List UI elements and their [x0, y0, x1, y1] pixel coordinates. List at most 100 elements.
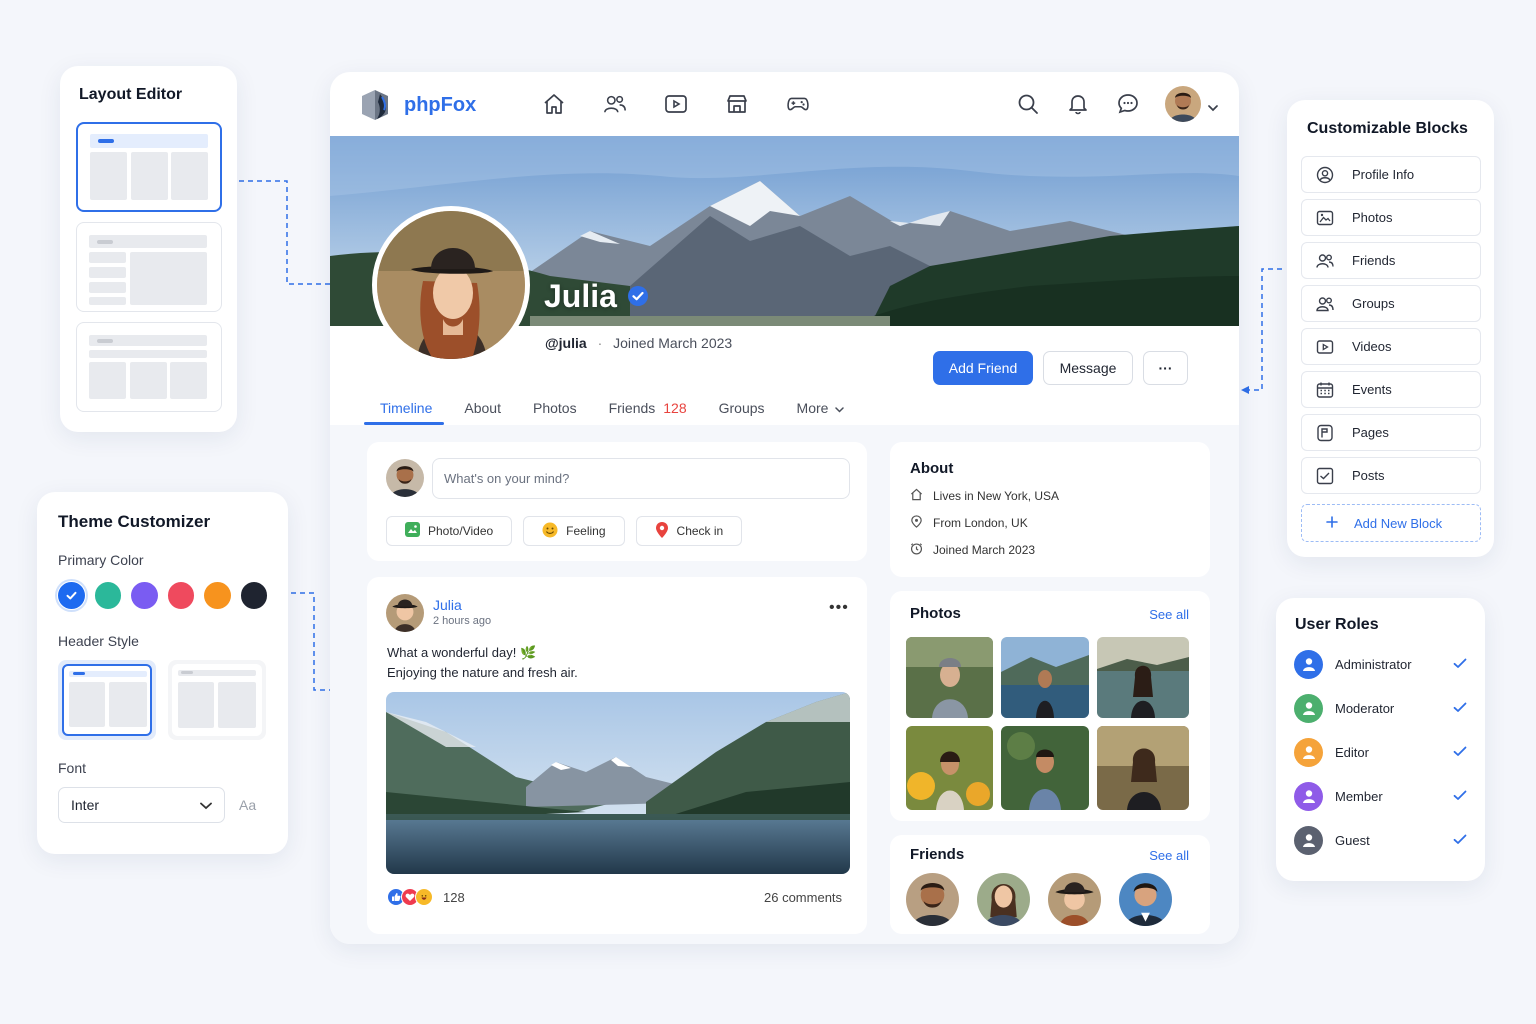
about-from: From London, UK [910, 515, 1190, 531]
block-item-videos[interactable]: Videos [1301, 328, 1481, 365]
check-icon[interactable] [1453, 657, 1467, 672]
add-friend-button[interactable]: Add Friend [933, 351, 1033, 385]
photo-thumbnail[interactable] [906, 637, 993, 718]
font-select[interactable]: Inter [58, 787, 225, 823]
block-item-posts[interactable]: Posts [1301, 457, 1481, 494]
check-icon[interactable] [1453, 701, 1467, 716]
friend-avatar[interactable] [977, 873, 1030, 926]
role-administrator[interactable]: Administrator [1294, 642, 1467, 686]
color-swatch[interactable] [94, 582, 121, 609]
role-moderator[interactable]: Moderator [1294, 686, 1467, 730]
about-card: About Lives in New York, USA From London… [890, 442, 1210, 577]
marketplace-icon[interactable] [725, 92, 749, 116]
check-icon[interactable] [1453, 745, 1467, 760]
role-label: Member [1335, 788, 1383, 804]
profile-more-button[interactable]: ··· [1143, 351, 1188, 385]
check-in-button[interactable]: Check in [635, 516, 743, 546]
friend-avatar[interactable] [906, 873, 959, 926]
layout-option-2[interactable] [76, 222, 222, 312]
games-icon[interactable] [786, 92, 810, 116]
add-new-block-label: Add New Block [1354, 515, 1443, 531]
brand-logo[interactable]: phpFox [358, 88, 476, 122]
chat-icon[interactable] [1116, 92, 1140, 116]
profile-handle: @julia [545, 335, 587, 351]
block-item-profile-info[interactable]: Profile Info [1301, 156, 1481, 193]
message-button[interactable]: Message [1043, 351, 1133, 385]
post-author-name[interactable]: Julia [433, 597, 462, 613]
photo-thumbnail[interactable] [1097, 637, 1189, 718]
friends-see-all-link[interactable]: See all [1149, 848, 1189, 863]
block-item-friends[interactable]: Friends [1301, 242, 1481, 279]
home-icon[interactable] [542, 92, 566, 116]
check-icon [66, 591, 77, 600]
friends-icon[interactable] [603, 92, 627, 116]
tab-more[interactable]: More [781, 392, 861, 424]
role-label: Administrator [1335, 656, 1412, 672]
check-icon[interactable] [1453, 833, 1467, 848]
tab-label: About [464, 400, 501, 416]
photo-thumbnail[interactable] [1097, 726, 1189, 810]
header-style-label: Header Style [58, 633, 139, 649]
about-from-text: From London, UK [933, 516, 1028, 530]
color-swatch[interactable] [55, 579, 87, 612]
posts-icon [1316, 467, 1334, 485]
feeling-button[interactable]: Feeling [523, 516, 625, 546]
bell-icon[interactable] [1066, 92, 1090, 116]
block-item-events[interactable]: Events [1301, 371, 1481, 408]
role-guest[interactable]: Guest [1294, 818, 1467, 862]
block-item-groups[interactable]: Groups [1301, 285, 1481, 322]
block-item-photos[interactable]: Photos [1301, 199, 1481, 236]
role-editor[interactable]: Editor [1294, 730, 1467, 774]
location-icon [910, 515, 923, 531]
post-image[interactable] [386, 692, 850, 874]
video-icon[interactable] [664, 92, 688, 116]
user-avatar[interactable] [1165, 86, 1201, 122]
tab-about[interactable]: About [448, 392, 517, 424]
friend-avatar[interactable] [1048, 873, 1101, 926]
color-swatch[interactable] [131, 582, 158, 609]
role-member[interactable]: Member [1294, 774, 1467, 818]
theme-customizer-panel: Theme Customizer Primary Color Header St… [37, 492, 288, 854]
photo-video-button[interactable]: Photo/Video [386, 516, 513, 546]
timeline-post: Julia 2 hours ago ••• What a wonderful d… [367, 577, 867, 934]
color-swatch[interactable] [167, 582, 194, 609]
tab-label: Friends [608, 400, 656, 416]
post-author-avatar[interactable] [386, 594, 424, 632]
layout-option-3[interactable] [76, 322, 222, 412]
account-menu-chevron-icon[interactable] [1208, 99, 1218, 117]
role-user-icon [1294, 825, 1323, 855]
search-icon[interactable] [1016, 92, 1040, 116]
post-options-icon[interactable]: ••• [829, 599, 849, 617]
block-item-label: Photos [1352, 210, 1393, 225]
check-icon[interactable] [1453, 789, 1467, 804]
header-style-option-2[interactable] [168, 660, 266, 740]
profile-picture[interactable] [372, 206, 530, 364]
tab-timeline[interactable]: Timeline [364, 392, 448, 424]
header-style-option-1[interactable] [58, 660, 156, 740]
tab-label: Groups [718, 400, 765, 416]
reaction-count: 128 [443, 889, 465, 905]
block-item-label: Pages [1352, 425, 1389, 440]
comment-count[interactable]: 26 comments [764, 890, 842, 905]
role-label: Editor [1335, 744, 1369, 760]
photo-thumbnail[interactable] [1001, 726, 1089, 810]
friend-avatar[interactable] [1119, 873, 1172, 926]
photo-thumbnail[interactable] [906, 726, 993, 810]
photo-thumbnail[interactable] [1001, 637, 1089, 718]
about-joined-text: Joined March 2023 [933, 543, 1036, 557]
tab-photos[interactable]: Photos [517, 392, 593, 424]
profile-info-icon [1316, 166, 1334, 184]
block-item-pages[interactable]: Pages [1301, 414, 1481, 451]
add-new-block-button[interactable]: Add New Block [1301, 504, 1481, 542]
post-reactions[interactable]: 128 [387, 888, 465, 906]
layout-option-1[interactable] [76, 122, 222, 212]
top-navigation-bar: phpFox [330, 72, 1239, 136]
color-swatch[interactable] [204, 582, 231, 609]
tab-friends[interactable]: Friends 128 [593, 392, 703, 424]
tab-groups[interactable]: Groups [703, 392, 781, 424]
composer-input[interactable]: What's on your mind? [432, 458, 850, 499]
plus-icon [1326, 515, 1338, 531]
color-swatch[interactable] [240, 582, 267, 609]
role-user-icon [1294, 781, 1323, 811]
photos-see-all-link[interactable]: See all [1149, 607, 1189, 622]
